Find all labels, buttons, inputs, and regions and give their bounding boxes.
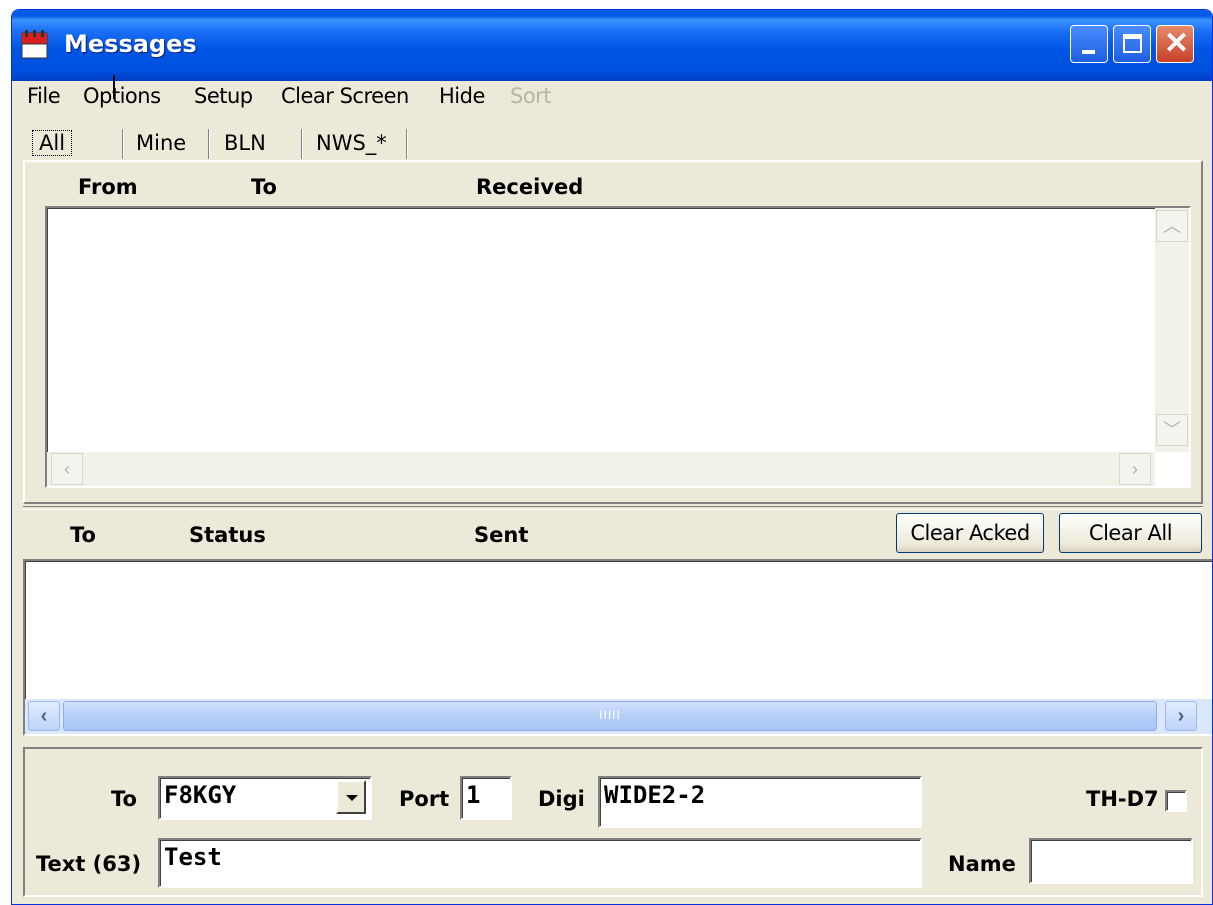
scroll-left-button[interactable]: ‹ [51, 453, 83, 485]
text-value: Test [164, 843, 222, 871]
col-header-from[interactable]: From [78, 175, 138, 199]
received-panel: From To Received ︿ ﹀ ‹ › [23, 160, 1203, 504]
chevron-left-icon: ‹ [64, 459, 70, 479]
name-label: Name [948, 852, 1016, 876]
menu-setup[interactable]: Setup [194, 84, 253, 108]
port-value: 1 [466, 781, 481, 809]
sent-list[interactable]: ‹ IIIII › [23, 559, 1212, 736]
col-header-to[interactable]: To [70, 523, 96, 547]
clear-all-button[interactable]: Clear All [1059, 513, 1202, 553]
digi-value: WIDE2-2 [604, 781, 706, 809]
tab-mine[interactable]: Mine [136, 121, 186, 161]
messages-window: Messages ✕ File Options Setup Clear Scre… [11, 9, 1213, 905]
vertical-scrollbar[interactable]: ︿ ﹀ [1155, 208, 1189, 452]
grip-icon: IIIII [599, 708, 621, 722]
to-dropdown-button[interactable] [336, 780, 366, 814]
menu-hide[interactable]: Hide [439, 84, 485, 108]
maximize-icon [1123, 34, 1142, 53]
chevron-right-icon: › [1177, 705, 1185, 727]
to-value: F8KGY [164, 781, 237, 809]
horizontal-scrollbar[interactable]: ‹ IIIII › [25, 699, 1212, 734]
compose-panel: To F8KGY Port 1 Digi WIDE2-2 TH-D7 Text … [23, 747, 1203, 897]
port-label: Port [399, 787, 450, 811]
horizontal-scrollbar[interactable]: ‹ › [47, 452, 1155, 486]
chevron-down-icon: ﹀ [1163, 420, 1181, 440]
menu-file[interactable]: File [27, 84, 61, 108]
to-label: To [111, 787, 137, 811]
col-header-status[interactable]: Status [189, 523, 266, 547]
menu-options[interactable]: Options [83, 84, 161, 108]
app-icon [21, 30, 48, 59]
scroll-right-button[interactable]: › [1165, 701, 1197, 731]
scroll-left-button[interactable]: ‹ [28, 701, 60, 731]
received-list[interactable]: ︿ ﹀ ‹ › [45, 206, 1191, 488]
col-header-sent[interactable]: Sent [474, 523, 528, 547]
digi-label: Digi [538, 787, 585, 811]
title-bar[interactable]: Messages ✕ [12, 10, 1212, 81]
mouse-cursor [113, 75, 115, 99]
tab-separator [122, 129, 124, 159]
clear-acked-button[interactable]: Clear Acked [896, 513, 1044, 553]
panel-divider [23, 506, 1203, 510]
to-combobox[interactable]: F8KGY [158, 776, 372, 820]
port-field[interactable]: 1 [460, 776, 512, 820]
thd7-label: TH-D7 [1086, 787, 1159, 811]
text-label: Text (63) [36, 852, 142, 876]
tab-nws[interactable]: NWS_* [316, 121, 387, 161]
menu-bar: File Options Setup Clear Screen Hide Sor… [12, 81, 1212, 114]
close-icon: ✕ [1164, 27, 1190, 60]
col-header-received[interactable]: Received [476, 175, 583, 199]
chevron-up-icon: ︿ [1163, 216, 1181, 236]
window-title: Messages [64, 30, 197, 58]
chevron-down-icon [346, 795, 358, 801]
menu-sort[interactable]: Sort [510, 84, 552, 108]
chevron-left-icon: ‹ [40, 705, 48, 727]
tab-bln[interactable]: BLN [224, 121, 266, 161]
chevron-right-icon: › [1132, 459, 1138, 479]
col-header-to[interactable]: To [251, 175, 277, 199]
tab-all[interactable]: All [32, 121, 73, 161]
digi-field[interactable]: WIDE2-2 [598, 776, 922, 828]
scroll-down-button[interactable]: ﹀ [1156, 414, 1188, 446]
scroll-thumb[interactable]: IIIII [63, 701, 1157, 731]
scroll-up-button[interactable]: ︿ [1156, 210, 1188, 242]
name-field[interactable] [1029, 838, 1193, 884]
thd7-checkbox[interactable] [1165, 790, 1187, 812]
tab-strip: All Mine BLN NWS_* [12, 121, 1212, 165]
text-field[interactable]: Test [158, 838, 922, 888]
menu-clear-screen[interactable]: Clear Screen [281, 84, 409, 108]
tab-separator [301, 129, 303, 159]
minimize-button[interactable] [1070, 25, 1108, 63]
close-button[interactable]: ✕ [1156, 25, 1194, 63]
tab-separator [406, 129, 408, 159]
scroll-right-button[interactable]: › [1119, 453, 1151, 485]
tab-separator [208, 129, 210, 159]
minimize-icon [1082, 50, 1095, 54]
maximize-button[interactable] [1113, 25, 1151, 63]
